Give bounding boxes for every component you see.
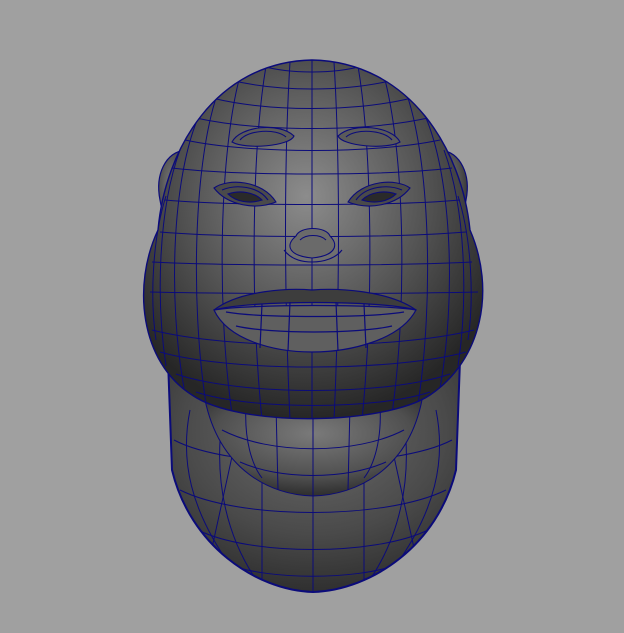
3d-viewport[interactable] (0, 0, 624, 633)
head-mesh-canvas[interactable] (0, 0, 624, 633)
head-surface (143, 59, 484, 420)
